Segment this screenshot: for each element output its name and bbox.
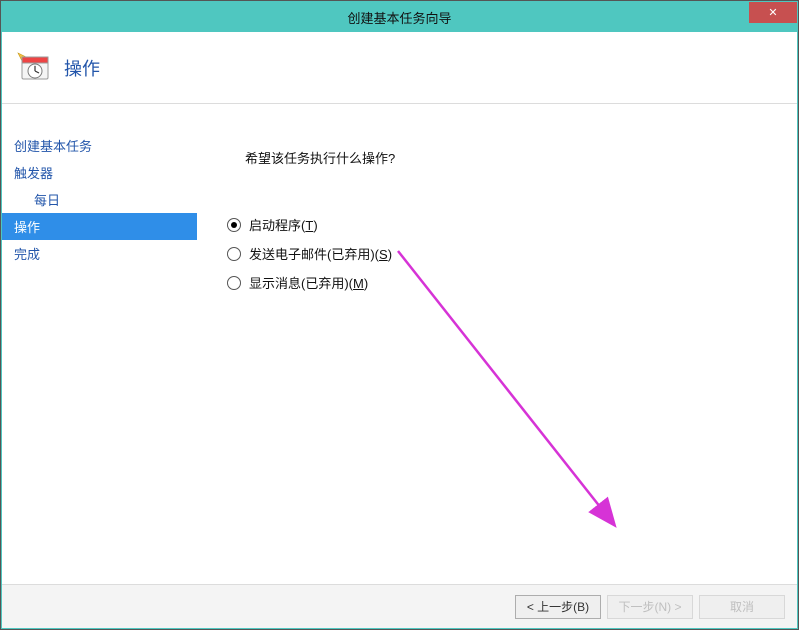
close-icon: ✕ [768, 6, 777, 19]
sidebar-item-finish[interactable]: 完成 [2, 240, 197, 267]
radio-label: 显示消息(已弃用)(M) [249, 273, 368, 292]
radio-icon [227, 276, 241, 290]
task-scheduler-icon [16, 51, 50, 85]
wizard-window: 创建基本任务向导 ✕ 操作 创建基本任务 触发器 每日 操作 完成 希 [1, 1, 798, 629]
action-radio-group: 启动程序(T) 发送电子邮件(已弃用)(S) 显示消息(已弃用)(M) [227, 215, 797, 292]
radio-label: 发送电子邮件(已弃用)(S) [249, 244, 392, 263]
sidebar-item-trigger[interactable]: 触发器 [2, 159, 197, 186]
cancel-button[interactable]: 取消 [699, 595, 785, 619]
close-button[interactable]: ✕ [749, 2, 797, 23]
wizard-content: 希望该任务执行什么操作? 启动程序(T) 发送电子邮件(已弃用)(S) [197, 104, 797, 584]
window-title: 创建基本任务向导 [2, 8, 797, 27]
wizard-footer: < 上一步(B) 下一步(N) > 取消 [2, 584, 797, 628]
page-title: 操作 [64, 55, 100, 81]
radio-icon [227, 247, 241, 261]
sidebar-item-action[interactable]: 操作 [2, 213, 197, 240]
wizard-sidebar: 创建基本任务 触发器 每日 操作 完成 [2, 104, 197, 584]
action-question: 希望该任务执行什么操作? [245, 148, 797, 167]
titlebar: 创建基本任务向导 ✕ [2, 2, 797, 32]
radio-icon [227, 218, 241, 232]
sidebar-item-daily[interactable]: 每日 [2, 186, 197, 213]
radio-label: 启动程序(T) [249, 215, 318, 234]
radio-send-email[interactable]: 发送电子邮件(已弃用)(S) [227, 244, 797, 263]
wizard-body: 创建基本任务 触发器 每日 操作 完成 希望该任务执行什么操作? 启动程序(T)… [2, 104, 797, 584]
radio-start-program[interactable]: 启动程序(T) [227, 215, 797, 234]
next-button[interactable]: 下一步(N) > [607, 595, 693, 619]
sidebar-item-create-task[interactable]: 创建基本任务 [2, 132, 197, 159]
back-button[interactable]: < 上一步(B) [515, 595, 601, 619]
radio-show-message[interactable]: 显示消息(已弃用)(M) [227, 273, 797, 292]
wizard-header: 操作 [2, 32, 797, 104]
